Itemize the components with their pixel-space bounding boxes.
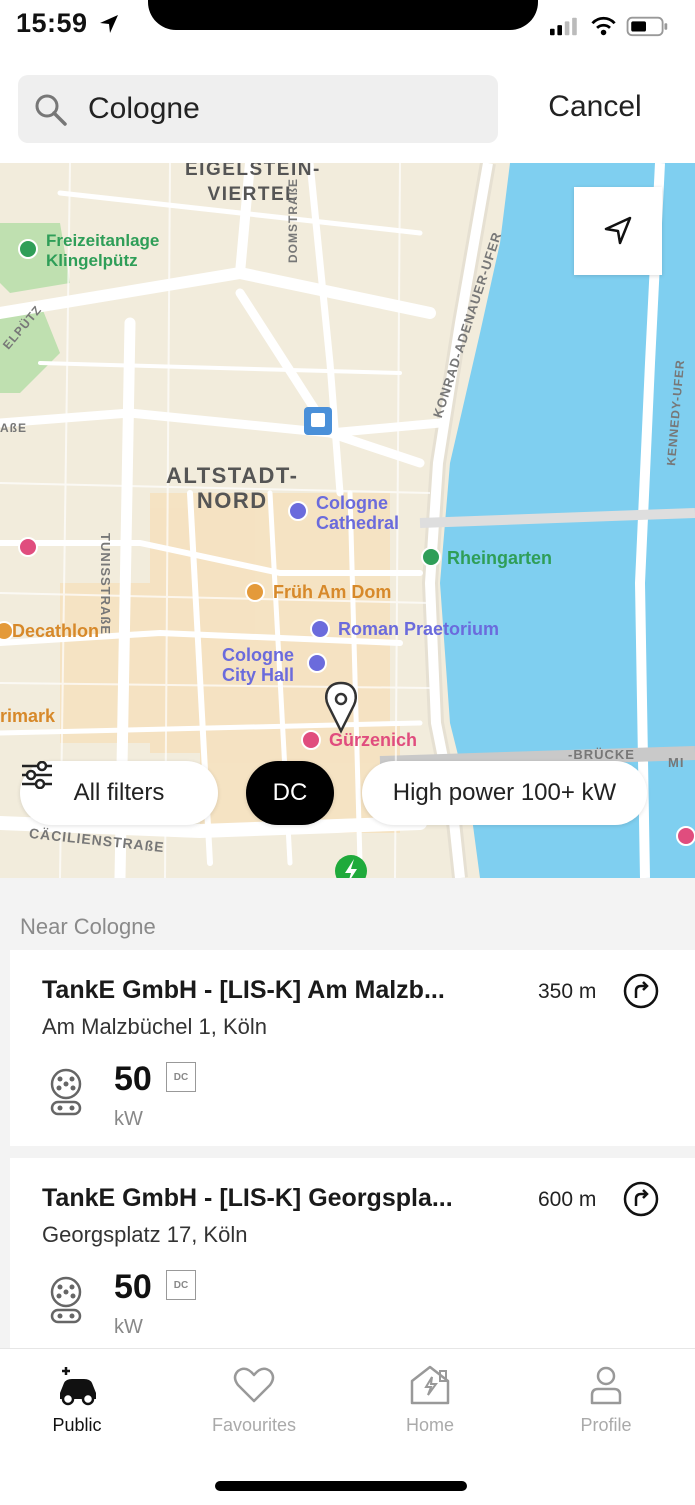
praetorium-poi-icon	[310, 619, 330, 639]
all-filters-label: All filters	[73, 779, 165, 806]
cancel-button[interactable]: Cancel	[530, 90, 660, 124]
all-filters-chip[interactable]: All filters	[20, 761, 218, 825]
ccs-plug-icon	[50, 1276, 82, 1324]
street-label-abe: AßE	[0, 421, 27, 435]
shop-poi-icon	[676, 826, 695, 846]
district-label-altstadt: ALTSTADT- NORD	[166, 463, 299, 513]
power-unit: kW	[114, 1108, 143, 1130]
label-frueh-am-dom: Früh Am Dom	[273, 582, 392, 602]
tab-public[interactable]: Public	[17, 1363, 137, 1436]
street-label-bruecke: -BRÜCKE	[568, 747, 635, 762]
tab-label: Favourites	[211, 1415, 297, 1435]
tab-profile[interactable]: Profile	[546, 1363, 666, 1436]
car-charging-icon	[60, 1367, 96, 1406]
station-address: Georgsplatz 17, Köln	[42, 1222, 248, 1247]
map-view[interactable]: EIGELSTEIN- VIERTEL Freizeitanlage Kling…	[0, 163, 695, 878]
tab-home[interactable]: Home	[370, 1363, 490, 1436]
label-city-hall: Cologne City Hall	[222, 645, 295, 685]
district-label-eigelstein: EIGELSTEIN- VIERTEL	[185, 163, 321, 205]
search-bar: Cancel	[0, 60, 695, 164]
station-address: Am Malzbüchel 1, Köln	[42, 1014, 267, 1039]
ccs-plug-icon	[50, 1068, 82, 1116]
dc-filter-chip[interactable]: DC	[246, 761, 334, 825]
shop-poi-icon	[18, 537, 38, 557]
battery-icon	[626, 16, 668, 37]
tab-favourites[interactable]: Favourites	[194, 1363, 314, 1436]
tab-label: Profile	[580, 1415, 632, 1435]
tab-label: Home	[405, 1415, 454, 1435]
search-box[interactable]	[18, 75, 498, 143]
status-time: 15:59	[16, 8, 88, 38]
park-poi-icon	[18, 239, 38, 259]
home-indicator	[215, 1481, 467, 1491]
label-cathedral: Cologne Cathedral	[316, 493, 400, 533]
wifi-icon	[591, 16, 616, 36]
person-icon	[590, 1366, 622, 1405]
label-guerzenich: Gürzenich	[329, 730, 418, 750]
connector-type-badge: DC	[166, 1062, 196, 1092]
power-unit: kW	[114, 1316, 143, 1338]
route-icon[interactable]	[622, 1180, 660, 1218]
street-label-tunisstrasse: TUNISSTRAßE	[98, 533, 113, 635]
station-card[interactable]: TankE GmbH - [LIS-K] Am Malzb... Am Malz…	[10, 950, 695, 1146]
tab-label: Public	[52, 1415, 102, 1435]
station-name: TankE GmbH - [LIS-K] Georgspla...	[42, 1184, 453, 1212]
rheingarten-poi-icon	[421, 547, 441, 567]
sliders-icon	[22, 761, 52, 789]
locate-me-button[interactable]	[574, 187, 662, 275]
power-value: 50	[114, 1060, 152, 1098]
station-card[interactable]: TankE GmbH - [LIS-K] Georgspla... Georgs…	[10, 1158, 695, 1348]
location-arrow-icon	[100, 15, 118, 33]
theatre-poi-icon	[301, 730, 321, 750]
notch	[148, 0, 538, 30]
status-icons	[550, 16, 668, 37]
bottom-tab-bar: Public Favourites Home Profile	[0, 1348, 695, 1505]
results-header: Near Cologne	[20, 914, 156, 939]
power-value: 50	[114, 1268, 152, 1306]
navigation-arrow-icon	[604, 216, 632, 245]
label-rheingarten: Rheingarten	[447, 548, 553, 568]
label-primark: rimark	[0, 706, 56, 726]
label-decathlon: Decathlon	[12, 621, 100, 641]
station-distance: 600 m	[538, 1188, 597, 1211]
city-hall-poi-icon	[307, 653, 327, 673]
station-name: TankE GmbH - [LIS-K] Am Malzb...	[42, 976, 445, 1004]
connector-type-badge: DC	[166, 1270, 196, 1300]
high-power-filter-chip[interactable]: High power 100+ kW	[362, 761, 647, 825]
label-roman-praetorium: Roman Praetorium	[338, 619, 500, 639]
street-label-mi: MI	[668, 755, 685, 770]
restaurant-poi-icon	[245, 582, 265, 602]
route-icon[interactable]	[622, 972, 660, 1010]
heart-icon	[233, 1367, 275, 1403]
signal-icon	[550, 17, 577, 36]
home-charging-icon	[410, 1365, 450, 1405]
search-icon	[35, 94, 67, 126]
label-freizeitanlage: Freizeitanlage Klingelpütz	[46, 231, 160, 270]
search-input[interactable]	[86, 88, 480, 130]
results-list[interactable]: Near Cologne TankE GmbH - [LIS-K] Am Mal…	[0, 878, 695, 1348]
station-distance: 350 m	[538, 980, 597, 1003]
street-label-domstrasse: DOMSTRAßE	[286, 178, 300, 263]
status-bar: 15:59	[0, 0, 695, 60]
